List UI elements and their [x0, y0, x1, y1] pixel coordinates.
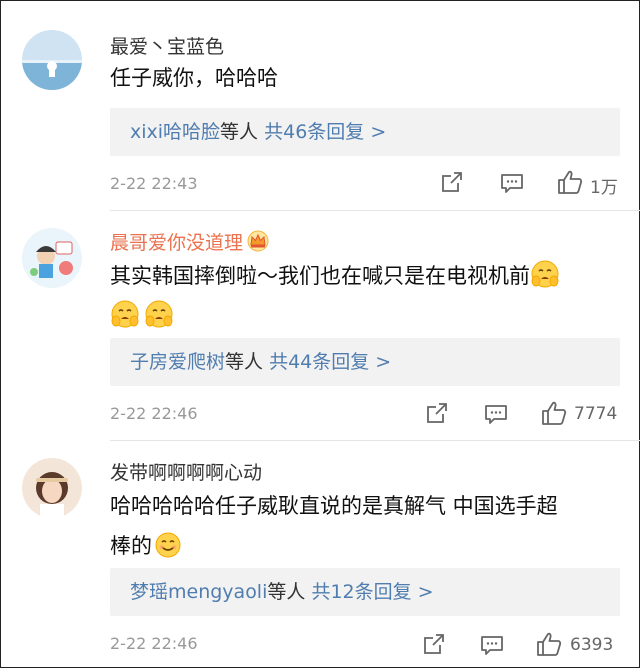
like-count: 7774 [574, 404, 618, 424]
timestamp: 2-22 22:43 [110, 174, 198, 193]
comment-icon[interactable] [500, 171, 524, 195]
hush-emoji-icon [145, 300, 173, 328]
comment-text: 任子威你，哈哈哈 [110, 66, 278, 90]
reply-others-label: 等人 [267, 581, 306, 603]
username[interactable]: 发带啊啊啊啊心动 [110, 458, 262, 485]
divider [110, 440, 640, 441]
reply-user[interactable]: 子房爱爬树 [130, 351, 225, 373]
smile-emoji-icon [155, 532, 181, 558]
comment-text: 其实韩国摔倒啦～我们也在喊只是在电视机前 [110, 256, 620, 336]
like-icon[interactable] [557, 169, 583, 195]
comment-icon[interactable] [484, 402, 508, 426]
like-icon[interactable] [541, 400, 567, 426]
timestamp: 2-22 22:46 [110, 404, 198, 423]
reply-user[interactable]: xixi哈哈脸 [130, 121, 220, 143]
like-icon[interactable] [536, 631, 562, 657]
share-icon[interactable] [440, 170, 464, 194]
share-icon[interactable] [422, 632, 446, 656]
reply-summary[interactable]: 梦瑶mengyaoli等人 共12条回复 > [110, 568, 620, 616]
like-count: 1万 [590, 178, 618, 198]
avatar[interactable] [22, 228, 82, 288]
reply-others-label: 等人 [225, 351, 264, 373]
username[interactable]: 最爱丶宝蓝色 [110, 32, 224, 59]
reply-count-link[interactable]: 共12条回复 > [311, 581, 433, 603]
like-count: 6393 [570, 635, 614, 655]
share-icon[interactable] [425, 401, 449, 425]
timestamp: 2-22 22:46 [110, 634, 198, 653]
reply-count-link[interactable]: 共44条回复 > [269, 351, 391, 373]
avatar[interactable] [22, 30, 82, 90]
comment-icon[interactable] [480, 633, 504, 657]
comment-text: 哈哈哈哈哈任子威耿直说的是真解气 中国选手超 棒的 [110, 494, 558, 558]
divider [110, 210, 640, 211]
avatar[interactable] [22, 458, 82, 518]
hush-emoji-icon [111, 300, 139, 328]
reply-others-label: 等人 [220, 121, 259, 143]
reply-count-link[interactable]: 共46条回复 > [264, 121, 386, 143]
reply-summary[interactable]: 子房爱爬树等人 共44条回复 > [110, 338, 620, 386]
vip-crown-icon [247, 230, 269, 252]
hush-emoji-icon [531, 260, 559, 288]
reply-user[interactable]: 梦瑶mengyaoli [130, 581, 267, 603]
reply-summary[interactable]: xixi哈哈脸等人 共46条回复 > [110, 108, 620, 156]
username[interactable]: 晨哥爱你没道理 [110, 228, 270, 255]
